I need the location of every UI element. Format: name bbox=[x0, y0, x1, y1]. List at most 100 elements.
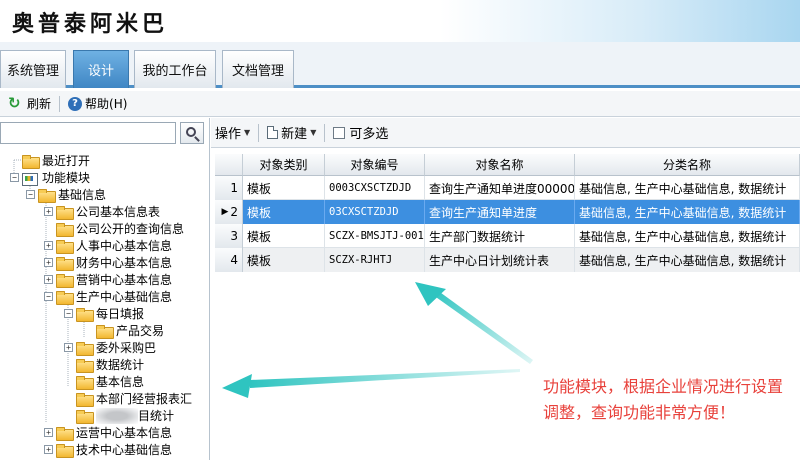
folder-icon bbox=[56, 290, 74, 305]
tree-node-product-trade[interactable]: 产品交易 bbox=[84, 322, 164, 339]
folder-icon bbox=[76, 375, 94, 390]
collapse-icon[interactable]: − bbox=[44, 292, 53, 301]
tab-system-management[interactable]: 系统管理 bbox=[0, 50, 66, 88]
tree-node-marketing-basic[interactable]: + 营销中心基本信息 bbox=[44, 271, 172, 288]
table-row[interactable]: 1 模板 0003CXSCTZDJD 查询生产通知单进度00000 基础信息, … bbox=[215, 176, 800, 200]
cell-name[interactable]: 查询生产通知单进度00000 bbox=[425, 176, 575, 200]
expand-icon[interactable]: + bbox=[44, 445, 53, 454]
folder-icon bbox=[56, 256, 74, 271]
tab-my-workbench[interactable]: 我的工作台 bbox=[134, 50, 216, 88]
tab-design[interactable]: 设计 bbox=[73, 50, 129, 88]
tree-search-input[interactable] bbox=[0, 122, 176, 144]
tree-search-button[interactable] bbox=[180, 122, 204, 144]
folder-icon bbox=[56, 273, 74, 288]
expand-icon[interactable]: + bbox=[44, 258, 53, 267]
app-header: 奥普泰阿米巴 bbox=[0, 0, 800, 42]
folder-icon bbox=[76, 307, 94, 322]
column-header-category[interactable]: 分类名称 bbox=[575, 154, 800, 176]
cell-name[interactable]: 生产部门数据统计 bbox=[425, 224, 575, 248]
folder-icon bbox=[22, 154, 40, 169]
row-number-header bbox=[215, 154, 243, 176]
cell-category[interactable]: 基础信息, 生产中心基础信息, 数据统计 bbox=[575, 224, 800, 248]
annotation-text: 功能模块，根据企业情况进行设置调整，查询功能非常方便！ bbox=[543, 377, 784, 422]
tree-node-company-basic[interactable]: + 公司基本信息表 bbox=[44, 203, 160, 220]
tree-node-basic-info[interactable]: − 基础信息 bbox=[26, 186, 106, 203]
tree-node-recent[interactable]: 最近打开 bbox=[10, 152, 90, 169]
expand-icon[interactable]: + bbox=[44, 428, 53, 437]
row-number: 1 bbox=[215, 176, 243, 200]
table-row[interactable]: 3 模板 SCZX-BMSJTJ-001 生产部门数据统计 基础信息, 生产中心… bbox=[215, 224, 800, 248]
help-icon: ? bbox=[68, 96, 83, 111]
folder-icon bbox=[76, 392, 94, 407]
toolbar-divider bbox=[59, 95, 61, 112]
search-icon bbox=[186, 127, 196, 137]
cell-name[interactable]: 查询生产通知单进度 bbox=[425, 200, 575, 224]
tree-node-finance-basic[interactable]: + 财务中心基本信息 bbox=[44, 254, 172, 271]
expand-icon[interactable]: + bbox=[44, 241, 53, 250]
help-button[interactable]: ? 帮助(H) bbox=[68, 95, 127, 112]
cell-type[interactable]: 模板 bbox=[243, 224, 325, 248]
tree-node-company-public[interactable]: 公司公开的查询信息 bbox=[44, 220, 184, 237]
folder-icon bbox=[56, 426, 74, 441]
toolbar-divider bbox=[258, 123, 260, 142]
refresh-button[interactable]: 刷新 bbox=[8, 94, 51, 112]
object-toolbar: 操作 ▼ 新建 ▼ 可多选 bbox=[211, 118, 800, 148]
tree-node-production-basic[interactable]: − 生产中心基础信息 bbox=[44, 288, 172, 305]
app-title: 奥普泰阿米巴 bbox=[12, 11, 169, 37]
folder-icon bbox=[56, 205, 74, 220]
cell-code[interactable]: SCZX-BMSJTJ-001 bbox=[325, 224, 425, 248]
tree-node-basic-info-2[interactable]: 基本信息 bbox=[64, 373, 144, 390]
row-number: 4 bbox=[215, 248, 243, 272]
tree-search bbox=[0, 122, 206, 146]
module-icon bbox=[22, 172, 38, 186]
multi-select-checkbox[interactable] bbox=[333, 126, 346, 139]
multi-select-toggle[interactable]: 可多选 bbox=[333, 123, 388, 142]
cell-type[interactable]: 模板 bbox=[243, 248, 325, 272]
help-label: 帮助(H) bbox=[85, 97, 128, 111]
folder-icon bbox=[56, 239, 74, 254]
expand-icon[interactable]: + bbox=[44, 207, 53, 216]
cell-code[interactable]: 0003CXSCTZDJD bbox=[325, 176, 425, 200]
cell-category[interactable]: 基础信息, 生产中心基础信息, 数据统计 bbox=[575, 200, 800, 224]
collapse-icon[interactable]: − bbox=[26, 190, 35, 199]
tree-node-tech-basic[interactable]: + 技术中心基础信息 bbox=[44, 441, 172, 458]
main-tab-bar: 系统管理 设计 我的工作台 文档管理 bbox=[0, 42, 800, 88]
expand-icon[interactable]: + bbox=[64, 343, 73, 352]
new-document-icon bbox=[267, 126, 279, 139]
collapse-icon[interactable]: − bbox=[10, 173, 19, 182]
tree-node-hr-basic[interactable]: + 人事中心基本信息 bbox=[44, 237, 172, 254]
tree-node-data-stats[interactable]: 数据统计 bbox=[64, 356, 144, 373]
cell-code[interactable]: 03CXSCTZDJD bbox=[325, 200, 425, 224]
cell-category[interactable]: 基础信息, 生产中心基础信息, 数据统计 bbox=[575, 176, 800, 200]
row-number: 3 bbox=[215, 224, 243, 248]
dropdown-arrow-icon: ▼ bbox=[310, 128, 317, 137]
main-toolbar: 刷新 ? 帮助(H) bbox=[0, 91, 800, 117]
expand-icon[interactable]: + bbox=[44, 275, 53, 284]
tab-document-management[interactable]: 文档管理 bbox=[222, 50, 294, 88]
cell-type[interactable]: 模板 bbox=[243, 176, 325, 200]
current-row-indicator-icon: ▶ bbox=[221, 207, 229, 217]
cell-category[interactable]: 基础信息, 生产中心基础信息, 数据统计 bbox=[575, 248, 800, 272]
tree-node-daily-fill[interactable]: − 每日填报 bbox=[64, 305, 144, 322]
cell-type[interactable]: 模板 bbox=[243, 200, 325, 224]
folder-icon bbox=[96, 324, 114, 339]
table-row[interactable]: 4 模板 SCZX-RJHTJ 生产中心日计划统计表 基础信息, 生产中心基础信… bbox=[215, 248, 800, 272]
tree-node-modules[interactable]: − 功能模块 bbox=[10, 169, 90, 186]
column-header-code[interactable]: 对象编号 bbox=[325, 154, 425, 176]
cell-name[interactable]: 生产中心日计划统计表 bbox=[425, 248, 575, 272]
toolbar-divider bbox=[324, 123, 326, 142]
table-row-selected[interactable]: ▶ 2 模板 03CXSCTZDJD 查询生产通知单进度 基础信息, 生产中心基础… bbox=[215, 200, 800, 224]
tree-node-dept-report[interactable]: 本部门经营报表汇 bbox=[64, 390, 192, 407]
row-number: ▶ 2 bbox=[215, 200, 243, 224]
column-header-name[interactable]: 对象名称 bbox=[425, 154, 575, 176]
tree-node-ops-basic[interactable]: + 运营中心基本信息 bbox=[44, 424, 172, 441]
new-menu-button[interactable]: 新建 ▼ bbox=[267, 123, 316, 142]
column-header-type[interactable]: 对象类别 bbox=[243, 154, 325, 176]
folder-icon bbox=[56, 443, 74, 458]
action-menu-button[interactable]: 操作 ▼ bbox=[215, 123, 250, 142]
tree-node-outsource[interactable]: + 委外采购巴 bbox=[64, 339, 156, 356]
collapse-icon[interactable]: − bbox=[64, 309, 73, 318]
tree-node-blurred-stats[interactable]: 目统计 bbox=[64, 407, 174, 424]
folder-icon bbox=[76, 341, 94, 356]
cell-code[interactable]: SCZX-RJHTJ bbox=[325, 248, 425, 272]
